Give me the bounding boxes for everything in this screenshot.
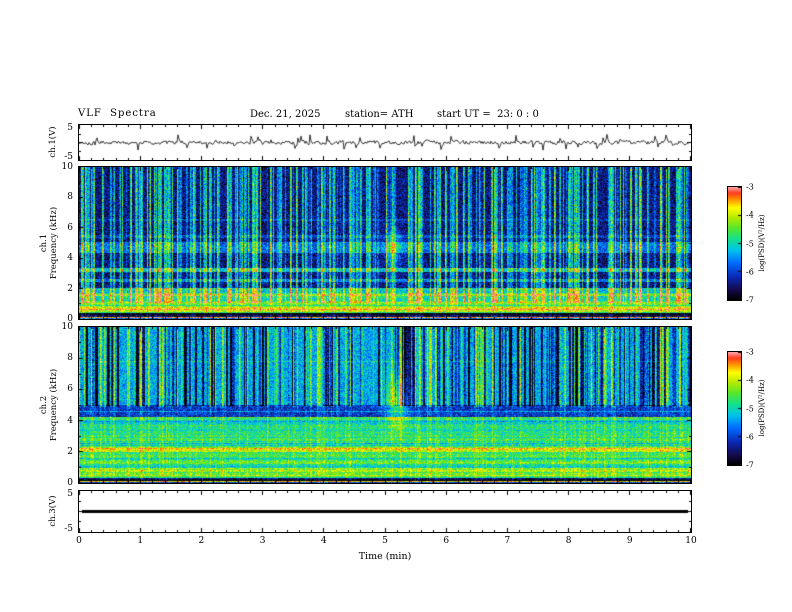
colorbar-tick-label: -4 — [746, 375, 754, 385]
ch1-spec-ylabel: ch.1 Frequency (kHz) — [39, 207, 59, 279]
ch1-waveform-canvas — [79, 125, 691, 160]
ch2-spec-y-tick-label: 6 — [67, 384, 73, 395]
ch3-wave-ylabel: ch.3(V) — [48, 495, 58, 527]
colorbar-ch2-canvas — [728, 352, 741, 465]
colorbar-ch1-canvas — [728, 187, 741, 300]
colorbar-ch1 — [727, 186, 742, 301]
x-axis-label: Time (min) — [358, 551, 412, 562]
colorbar-ch2-label: log(PSD)(V²/Hz) — [758, 379, 766, 437]
x-tick-label: 7 — [504, 536, 511, 546]
colorbar-tick-label: -6 — [746, 432, 754, 442]
colorbar-tick-label: -7 — [746, 460, 754, 470]
ch2-spec-y-tick-label: 4 — [67, 415, 73, 426]
vlf-spectra-figure: VLF Spectra Dec. 21, 2025 station= ATH s… — [0, 0, 792, 612]
ch1-wave-y-tick-label: -5 — [64, 152, 73, 162]
colorbar-ch2 — [727, 351, 742, 466]
colorbar-tick-label: -4 — [746, 210, 754, 220]
x-tick-label: 6 — [443, 536, 450, 546]
ch2-spec-ylabel-line1: ch.2 — [39, 395, 49, 415]
ch1-wave-y-tick-label: 5 — [67, 123, 73, 133]
ch2-spectrogram-panel — [78, 326, 692, 484]
ch3-wave-y-tick-label: -5 — [64, 524, 73, 534]
figure-date: Dec. 21, 2025 — [250, 109, 321, 120]
colorbar-tick-label: -5 — [746, 404, 754, 413]
ch1-waveform-panel — [78, 124, 692, 161]
colorbar-tick-label: -6 — [746, 267, 754, 277]
x-tick-label: 1 — [137, 536, 144, 546]
colorbar-tick-label: -7 — [746, 295, 754, 305]
colorbar-tick-label: -3 — [746, 347, 754, 357]
ch3-waveform-canvas — [79, 491, 691, 532]
ch2-spec-y-tick-label: 0 — [67, 478, 73, 488]
figure-station: station= ATH — [345, 109, 414, 120]
ch1-spec-y-tick-label: 6 — [67, 222, 73, 233]
ch2-spec-y-tick-label: 8 — [67, 353, 73, 364]
ch2-spec-ylabel: ch.2 Frequency (kHz) — [39, 369, 59, 441]
colorbar-ch1-label: log(PSD)(V²/Hz) — [758, 214, 766, 272]
x-tick-label: 3 — [259, 536, 266, 546]
ch1-spec-y-tick-label: 8 — [67, 192, 73, 203]
x-tick-label: 2 — [198, 536, 205, 546]
x-tick-label: 0 — [76, 536, 82, 546]
colorbar-tick-label: -5 — [746, 239, 754, 248]
ch1-spec-ylabel-line1: ch.1 — [39, 233, 49, 253]
ch1-spec-ylabel-line2: Frequency (kHz) — [49, 206, 59, 280]
ch1-spec-y-tick-label: 2 — [67, 283, 73, 294]
ch3-waveform-panel — [78, 490, 692, 533]
figure-title: VLF Spectra — [78, 108, 157, 119]
ch2-spectrogram-canvas — [79, 327, 691, 483]
ch2-spec-y-tick-label: 2 — [67, 446, 73, 457]
ch3-wave-y-tick-label: 5 — [67, 489, 73, 499]
ch1-spec-y-tick-label: 4 — [67, 253, 73, 264]
ch1-spectrogram-canvas — [79, 167, 691, 319]
x-tick-label: 10 — [685, 536, 697, 546]
x-tick-label: 5 — [382, 536, 388, 546]
ch2-spec-ylabel-line2: Frequency (kHz) — [49, 368, 59, 442]
x-tick-label: 8 — [565, 536, 572, 546]
ch1-spec-y-tick-label: 10 — [61, 162, 73, 172]
x-tick-label: 9 — [626, 536, 633, 546]
ch1-wave-ylabel: ch.1(V) — [48, 126, 58, 158]
ch2-spec-y-tick-label: 10 — [61, 322, 73, 332]
ch1-spectrogram-panel — [78, 166, 692, 320]
figure-start-ut: start UT = 23: 0 : 0 — [437, 109, 539, 120]
colorbar-tick-label: -3 — [746, 182, 754, 192]
x-tick-label: 4 — [320, 536, 327, 546]
